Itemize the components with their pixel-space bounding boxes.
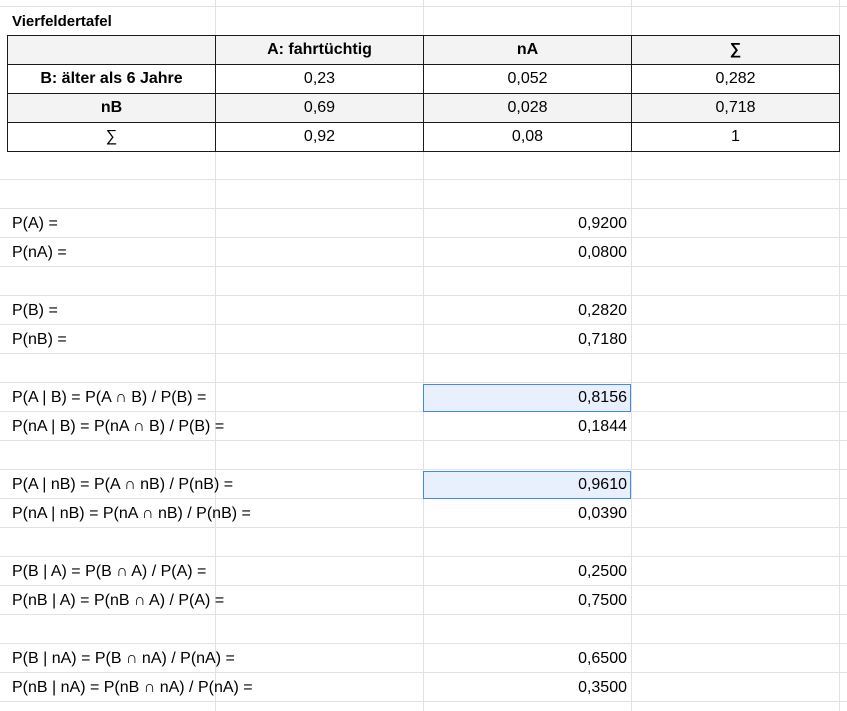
probability-label[interactable]: P(A | nB) = P(A ∩ nB) / P(nB) =	[12, 471, 233, 499]
probability-value[interactable]: 0,0800	[423, 239, 631, 267]
table-cell[interactable]: 0,282	[631, 64, 840, 94]
probability-value[interactable]: 0,2500	[423, 558, 631, 586]
selected-probability-value[interactable]: 0,9610	[423, 471, 631, 499]
probability-row: P(nA) = 0,0800	[0, 239, 847, 267]
row-header-cell[interactable]: nB	[7, 93, 216, 123]
row-header-cell[interactable]: ∑	[7, 122, 216, 152]
probability-row: P(nA | nB) = P(nA ∩ nB) / P(nB) = 0,0390	[0, 500, 847, 528]
probability-row: P(nA | B) = P(nA ∩ B) / P(B) = 0,1844	[0, 413, 847, 441]
probability-value[interactable]: 0,7180	[423, 326, 631, 354]
table-header-cell[interactable]: nA	[423, 35, 632, 65]
probability-row: P(A | nB) = P(A ∩ nB) / P(nB) = 0,9610	[0, 471, 847, 499]
probability-row: P(nB | A) = P(nB ∩ A) / P(A) = 0,7500	[0, 587, 847, 615]
table-cell[interactable]: 0,052	[423, 64, 632, 94]
probability-value[interactable]: 0,0390	[423, 500, 631, 528]
table-cell[interactable]: 1	[631, 122, 840, 152]
table-row: ∑ 0,92 0,08 1	[7, 122, 840, 152]
probability-row: P(B | nA) = P(B ∩ nA) / P(nA) = 0,6500	[0, 645, 847, 673]
probability-value[interactable]: 0,1844	[423, 413, 631, 441]
sheet-title[interactable]: Vierfeldertafel	[12, 13, 112, 30]
probability-value[interactable]: 0,2820	[423, 297, 631, 325]
table-row: nB 0,69 0,028 0,718	[7, 93, 840, 123]
selected-probability-value[interactable]: 0,8156	[423, 384, 631, 412]
table-cell[interactable]: 0,08	[423, 122, 632, 152]
probability-row: P(nB) = 0,7180	[0, 326, 847, 354]
table-row: B: älter als 6 Jahre 0,23 0,052 0,282	[7, 64, 840, 94]
probability-label[interactable]: P(A | B) = P(A ∩ B) / P(B) =	[12, 384, 206, 412]
probability-label[interactable]: P(nB | A) = P(nB ∩ A) / P(A) =	[12, 587, 224, 615]
table-header-cell[interactable]: ∑	[631, 35, 840, 65]
probability-label[interactable]: P(nA | B) = P(nA ∩ B) / P(B) =	[12, 413, 224, 441]
row-header-cell[interactable]: B: älter als 6 Jahre	[7, 64, 216, 94]
probability-label[interactable]: P(B | nA) = P(B ∩ nA) / P(nA) =	[12, 645, 235, 673]
probability-value[interactable]: 0,3500	[423, 674, 631, 702]
probability-label[interactable]: P(B | A) = P(B ∩ A) / P(A) =	[12, 558, 206, 586]
probability-value[interactable]: 0,9200	[423, 210, 631, 238]
table-header-cell[interactable]: A: fahrtüchtig	[215, 35, 424, 65]
probability-label[interactable]: P(nB) =	[12, 326, 67, 354]
probability-row: P(A | B) = P(A ∩ B) / P(B) = 0,8156	[0, 384, 847, 412]
probability-row: P(B) = 0,2820	[0, 297, 847, 325]
probability-label[interactable]: P(B) =	[12, 297, 58, 325]
probability-row: P(B | A) = P(B ∩ A) / P(A) = 0,2500	[0, 558, 847, 586]
table-header-row: A: fahrtüchtig nA ∑	[7, 35, 840, 65]
table-cell[interactable]	[7, 35, 216, 65]
probability-label[interactable]: P(nA) =	[12, 239, 67, 267]
table-cell[interactable]: 0,23	[215, 64, 424, 94]
table-cell[interactable]: 0,92	[215, 122, 424, 152]
contingency-table: A: fahrtüchtig nA ∑ B: älter als 6 Jahre…	[7, 35, 840, 152]
probability-value[interactable]: 0,7500	[423, 587, 631, 615]
probability-label[interactable]: P(A) =	[12, 210, 58, 238]
probability-row: P(A) = 0,9200	[0, 210, 847, 238]
probability-label[interactable]: P(nA | nB) = P(nA ∩ nB) / P(nB) =	[12, 500, 251, 528]
table-cell[interactable]: 0,718	[631, 93, 840, 123]
probability-label[interactable]: P(nB | nA) = P(nB ∩ nA) / P(nA) =	[12, 674, 253, 702]
probability-value[interactable]: 0,6500	[423, 645, 631, 673]
table-cell[interactable]: 0,69	[215, 93, 424, 123]
table-cell[interactable]: 0,028	[423, 93, 632, 123]
probability-row: P(nB | nA) = P(nB ∩ nA) / P(nA) = 0,3500	[0, 674, 847, 702]
